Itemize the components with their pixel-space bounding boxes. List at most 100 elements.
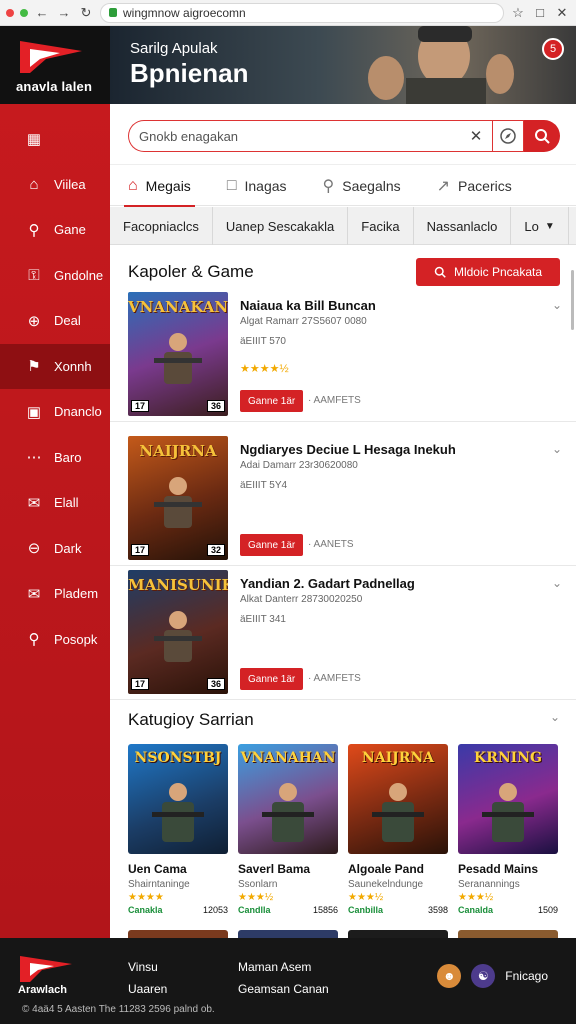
footer-link[interactable]: Geamsan Canan <box>238 978 329 1000</box>
search-input[interactable]: Gnokb enagakan <box>128 120 460 152</box>
footer-link[interactable]: Vinsu <box>128 956 167 978</box>
category-card[interactable]: VNANAHAN Saverl Bama Ssonlarn ★★★½ Candlla 15… <box>238 744 338 929</box>
address-bar[interactable]: wingmnow aigroecomn <box>100 2 504 23</box>
tab-0[interactable]: ⌂ Megais <box>110 165 209 208</box>
game-meta-2: äEIIIT 5Y4 <box>240 480 288 491</box>
profile-label[interactable]: Fnicago <box>505 969 548 983</box>
game-note: · AAMFETS <box>308 395 361 406</box>
minus-circle-icon: ⊖ <box>27 540 41 558</box>
game-meta: Alkat Danterr 28730020250 <box>240 594 363 605</box>
tab-label: Inagas <box>244 178 287 194</box>
game-title[interactable]: Yandian 2. Gadart Padnellag <box>240 576 415 591</box>
footer-link[interactable]: Uaaren <box>128 978 167 1000</box>
card-cover[interactable]: KRNING <box>458 744 558 854</box>
sidebar-item-label: Gndolne <box>54 267 104 283</box>
game-meta-2: äEIIIT 341 <box>240 614 286 625</box>
game-row[interactable]: NAIJRNA 17 32 Ngdiaryes Deciue L Hesaga Ine… <box>110 436 576 566</box>
profile-icon[interactable]: ☯ <box>471 964 496 988</box>
hero-title: Bpnienan <box>130 58 249 88</box>
sidebar-item-5[interactable]: ⚑ Xonnh <box>0 343 110 389</box>
sidebar-item-3[interactable]: ⚿ Gndolne <box>0 253 110 299</box>
search-button[interactable] <box>524 120 560 152</box>
clear-icon[interactable]: ✕ <box>460 120 492 152</box>
chevron-down-icon[interactable]: ⌄ <box>550 710 560 730</box>
game-title[interactable]: Ngdiaryes Deciue L Hesaga Inekuh <box>240 442 456 457</box>
game-action-button[interactable]: Ganne 1är <box>240 390 304 412</box>
game-cover[interactable]: NAIJRNA 17 32 <box>128 436 228 560</box>
sidebar-item-11[interactable]: ⚲ Posopk <box>0 617 110 663</box>
game-action-button[interactable]: Ganne 1är <box>240 534 304 556</box>
trend-icon: ↗ <box>436 178 451 195</box>
avatar[interactable]: ☻ <box>437 964 462 988</box>
age-rating-tag: 17 <box>131 678 150 690</box>
sidebar-item-7[interactable]: ⋯ Baro <box>0 435 110 481</box>
category-title: Katugioy Sarrian <box>128 710 254 729</box>
sidebar-item-2[interactable]: ⚲ Gane <box>0 207 110 253</box>
game-meta: Algat Ramarr 27S5607 0080 <box>240 316 367 327</box>
size-tag: 32 <box>206 544 225 556</box>
tab-3[interactable]: ↗ Pacerics <box>419 165 530 207</box>
sidebar-item-10[interactable]: ✉ Pladem <box>0 571 110 617</box>
footer-link[interactable]: Maman Asem <box>238 956 329 978</box>
restore-icon[interactable]: □ <box>532 5 548 21</box>
game-row[interactable]: MANISUNIK 17 36 Yandian 2. Gadart Padnellag… <box>110 570 576 700</box>
chip-label: Facopniaclcs <box>123 218 199 234</box>
sidebar-item-label: Deal <box>54 313 81 329</box>
card-count: 1509 <box>537 905 558 915</box>
section-title: Kapoler & Game <box>128 262 254 281</box>
category-card[interactable]: NAIJRNA Algoale Pand Saunekelndunge ★★★½ Can… <box>348 744 448 929</box>
sidebar-item-4[interactable]: ⊕ Deal <box>0 298 110 344</box>
reload-icon[interactable]: ↻ <box>78 5 94 21</box>
forward-icon[interactable]: → <box>56 5 72 21</box>
chevron-down-icon[interactable]: ⌄ <box>552 442 562 456</box>
cover-title: VNANAKAN <box>128 298 228 316</box>
game-cover[interactable]: MANISUNIK 17 36 <box>128 570 228 694</box>
compass-icon[interactable] <box>492 120 524 152</box>
filter-chip[interactable]: Nassanlaclo <box>414 207 512 245</box>
chevron-down-icon[interactable]: ⌄ <box>552 298 562 312</box>
filter-chip[interactable]: Facika <box>348 207 414 245</box>
sidebar-item-1[interactable]: ⌂ Viilea <box>0 162 110 208</box>
tab-label: Megais <box>145 178 191 194</box>
maximize-window-icon[interactable] <box>20 8 28 17</box>
bookmark-star-icon[interactable]: ☆ <box>510 5 526 21</box>
card-subtitle: Ssonlarn <box>238 879 278 890</box>
card-cover[interactable]: VNANAHAN <box>238 744 338 854</box>
sidebar-item-6[interactable]: ▣ Dnanclo <box>0 389 110 435</box>
sidebar-item-0[interactable]: ▦ <box>0 116 110 162</box>
tab-2[interactable]: ⚲ Saegalns <box>305 165 419 207</box>
home-icon: ⌂ <box>29 175 39 193</box>
game-row[interactable]: VNANAKAN 17 36 Naiaua ka Bill Buncan Algat R… <box>110 292 576 422</box>
card-name: Uen Cama <box>128 862 187 876</box>
filter-chip[interactable]: Lo ▼ <box>511 207 569 245</box>
card-cover[interactable]: NSONSTBJ <box>128 744 228 854</box>
back-icon[interactable]: ← <box>34 5 50 21</box>
category-card[interactable]: KRNING Pesadd Mains Seranannings ★★★½ Canald… <box>458 744 558 929</box>
game-title[interactable]: Naiaua ka Bill Buncan <box>240 298 376 313</box>
filter-chip[interactable]: Uanep Sescakakla <box>213 207 349 245</box>
card-genre: Canalda <box>458 905 494 915</box>
category-card[interactable]: NSONSTBJ Uen Cama Shairntaninge ★★★★ Canakla… <box>128 744 228 929</box>
section-action-label: Mldoic Pncakata <box>453 265 542 279</box>
chevron-down-icon: ▼ <box>544 220 555 232</box>
size-tag: 36 <box>206 678 225 690</box>
sidebar-item-label: Elall <box>54 495 79 511</box>
close-tab-icon[interactable]: ✕ <box>554 5 570 21</box>
brand-logo[interactable]: anavla lalen <box>0 26 110 104</box>
search-icon <box>434 266 446 278</box>
footer-logo-icon[interactable] <box>18 954 74 984</box>
game-cover[interactable]: VNANAKAN 17 36 <box>128 292 228 416</box>
chevron-down-icon[interactable]: ⌄ <box>552 576 562 590</box>
game-action-button[interactable]: Ganne 1är <box>240 668 304 690</box>
tag-icon: ⚑ <box>27 358 41 376</box>
sidebar-item-9[interactable]: ⊖ Dark <box>0 526 110 572</box>
section-action-button[interactable]: Mldoic Pncakata <box>415 258 560 286</box>
close-window-icon[interactable] <box>6 8 14 17</box>
character-art <box>154 477 202 528</box>
notification-badge[interactable]: 5 <box>542 38 564 60</box>
size-tag: 36 <box>206 400 225 412</box>
card-cover[interactable]: NAIJRNA <box>348 744 448 854</box>
sidebar-item-8[interactable]: ✉ Elall <box>0 480 110 526</box>
tab-1[interactable]: □ Inagas <box>209 165 305 207</box>
filter-chip[interactable]: Facopniaclcs <box>110 207 213 245</box>
